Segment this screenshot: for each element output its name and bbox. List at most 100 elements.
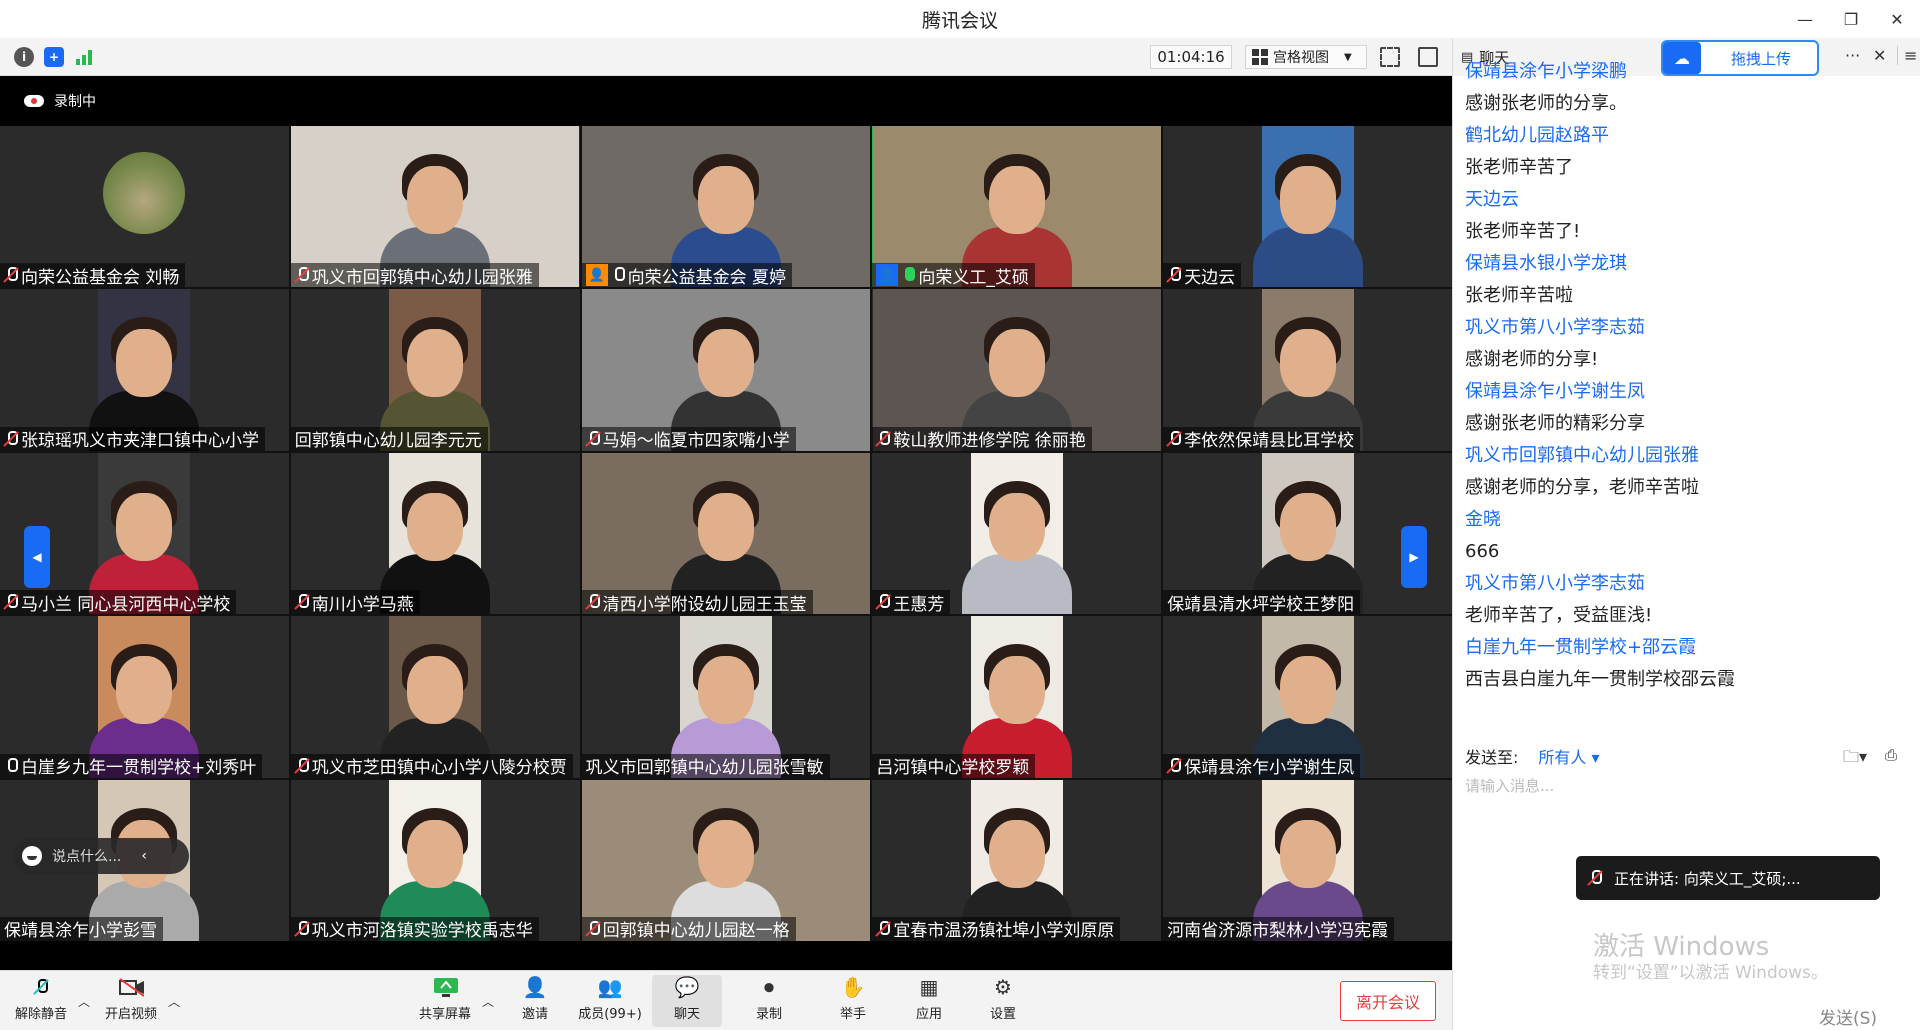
chat-sender[interactable]: 天边云 [1465,184,1913,216]
chat-sender[interactable]: 金晓 [1465,504,1913,536]
mic-muted-icon [4,430,18,448]
send-to-row: 发送至: 所有人 ▾ [1465,744,1600,768]
signal-icon[interactable] [74,47,94,67]
chat-label: 聊天 [673,1007,700,1022]
chevron-up-icon[interactable]: ︿ [482,993,494,1010]
security-shield-icon[interactable]: + [44,47,64,67]
participant-name: 巩义市河洛镇实验学校禹志华 [311,921,533,941]
participant-name: 向荣公益基金会 夏婷 [627,267,786,288]
leave-meeting-button[interactable]: 离开会议 [1340,981,1436,1021]
participant-tile[interactable]: 张琼瑶巩义市夹津口镇中心小学 [0,289,289,451]
send-to-label: 发送至: [1465,748,1519,767]
chat-message-text: 感谢张老师的精彩分享 [1465,413,1645,434]
participant-name: 马娟～临夏市四家嘴小学 [602,431,790,451]
participant-tile[interactable]: 宜春市温汤镇社埠小学刘原原 [872,779,1162,941]
participant-nameplate: 保靖县涂乍小学彭雪 [0,916,163,941]
share-screen-button[interactable]: 共享屏幕 [410,975,480,1027]
unmute-button[interactable]: 解除静音 [6,975,76,1027]
screenshot-icon[interactable]: ⎙ [1885,746,1897,764]
chevron-up-icon[interactable]: ︿ [78,993,90,1010]
chat-sender[interactable]: 巩义市第八小学李志茹 [1465,312,1913,344]
message-input[interactable]: 请输入消息... [1465,775,1554,796]
mic-muted-icon [295,266,309,284]
participant-tile[interactable]: 保靖县涂乍小学谢生凤 [1163,616,1452,778]
participant-name: 李依然保靖县比耳学校 [1184,431,1355,451]
participant-tile[interactable]: 吕河镇中心学校罗颖 [872,616,1162,778]
participant-tile[interactable]: 👤 向荣义工_艾硕 [872,126,1162,288]
chat-sender[interactable]: 巩义市回郭镇中心幼儿园张雅 [1465,440,1913,472]
chat-icon: 💬 [674,975,700,999]
participant-tile[interactable]: 向荣公益基金会 刘畅 [0,126,289,288]
participant-nameplate: 巩义市河洛镇实验学校禹志华 [290,916,539,941]
invite-button[interactable]: 👤 邀请 [500,975,570,1027]
send-to-select[interactable]: 所有人 ▾ [1538,744,1599,768]
prev-page-button[interactable]: ◀ [24,526,50,588]
chat-sender[interactable]: 保靖县涂乍小学谢生凤 [1465,376,1913,408]
mic-muted-icon [1588,869,1602,887]
apps-button[interactable]: ▦ 应用 [894,975,964,1027]
chat-sender[interactable]: 鹤北幼儿园赵路平 [1465,120,1913,152]
participant-tile[interactable]: 天边云 [1163,126,1452,288]
settings-button[interactable]: ⚙ 设置 [968,975,1038,1027]
next-page-button[interactable]: ▶ [1401,526,1427,588]
chevron-left-icon[interactable]: ‹ [141,848,147,864]
folder-icon[interactable]: 🗀▾ [1843,746,1867,773]
restore-button[interactable]: ❐ [1828,0,1874,38]
chat-button[interactable]: 💬 聊天 [652,975,722,1027]
participant-tile[interactable]: 马娟～临夏市四家嘴小学 [581,289,871,451]
view-mode-select[interactable]: 宫格视图 ▼ [1245,45,1367,69]
emoji-icon[interactable] [22,846,42,866]
top-toolbar: i + 01:04:16 宫格视图 ▼ [0,38,1452,76]
participant-nameplate: 巩义市回郭镇中心幼儿园张雅 [290,263,539,288]
camera-off-icon [118,975,144,999]
mic-muted-icon [4,593,18,611]
chat-message-text: 张老师辛苦啦 [1465,285,1573,306]
participant-nameplate: 向荣公益基金会 刘畅 [0,263,186,288]
video-feed [1252,126,1363,288]
members-label: 成员(99+) [578,1007,642,1022]
close-window-button[interactable]: ✕ [1874,0,1920,38]
participant-tile[interactable]: 回郭镇中心幼儿园赵一格 [581,779,871,941]
record-button[interactable]: ⏺ 录制 [734,975,804,1027]
participant-tile[interactable]: 鞍山教师进修学院 徐丽艳 [872,289,1162,451]
participant-tile[interactable]: 👤 向荣公益基金会 夏婷 [581,126,871,288]
info-icon[interactable]: i [14,47,34,67]
participant-tile[interactable]: 白崖乡九年一贯制学校+刘秀叶 [0,616,289,778]
start-video-button[interactable]: 开启视频 [96,975,166,1027]
participant-tile[interactable]: 河南省济源市梨林小学冯宪霞 [1163,779,1452,941]
chat-sender[interactable]: 白崖九年一贯制学校+邵云霞 [1465,632,1913,664]
view-mode-label: 宫格视图 [1273,50,1329,66]
grid-view-icon [1252,49,1268,65]
participant-name: 王惠芳 [893,594,945,615]
participant-tile[interactable]: 巩义市回郭镇中心幼儿园张雅 [290,126,580,288]
participant-tile[interactable]: 王惠芳 [872,452,1162,615]
participant-name: 吕河镇中心学校罗颖 [876,758,1030,778]
participant-name: 马小兰 同心县河西中心学校 [21,594,231,615]
cloud-record-icon [24,95,44,107]
layout-toggle-icon[interactable] [1418,47,1438,67]
minimize-button[interactable]: — [1782,0,1828,38]
participant-tile[interactable]: 巩义市回郭镇中心幼儿园张雪敏 [581,616,871,778]
participant-tile[interactable]: 南川小学马燕 [290,452,580,615]
participant-tile[interactable]: 巩义市芝田镇中心小学八陵分校贾 [290,616,580,778]
members-button[interactable]: 👥 成员(99+) [575,975,645,1027]
participant-tile[interactable]: 巩义市河洛镇实验学校禹志华 [290,779,580,941]
mic-muted-icon [295,593,309,611]
title-bar: 腾讯会议 — ❐ ✕ [0,0,1920,38]
chat-sender[interactable]: 保靖县涂乍小学梁鹏 [1465,56,1913,88]
reaction-input[interactable]: 说点什么... ‹ [14,838,189,874]
chat-sender[interactable]: 保靖县水银小学龙琪 [1465,248,1913,280]
chevron-up-icon[interactable]: ︿ [168,993,180,1010]
participant-tile[interactable]: 李依然保靖县比耳学校 [1163,289,1452,451]
raise-hand-button[interactable]: ✋ 举手 [818,975,888,1027]
send-button[interactable]: 发送(S) [1819,1004,1877,1029]
windows-watermark-sub: 转到“设置”以激活 Windows。 [1593,963,1828,983]
chat-message-text: 西吉县白崖九年一贯制学校邵云霞 [1465,669,1735,690]
participant-tile[interactable]: 回郭镇中心幼儿园李元元 [290,289,580,451]
participant-tile[interactable]: 清西小学附设幼儿园王玉莹 [581,452,871,615]
chat-sender[interactable]: 巩义市第八小学李志茹 [1465,568,1913,600]
video-feed [961,452,1072,615]
record-icon: ⏺ [764,975,774,999]
fullscreen-icon[interactable] [1380,47,1400,67]
participant-name: 保靖县清水坪学校王梦阳 [1167,594,1355,615]
